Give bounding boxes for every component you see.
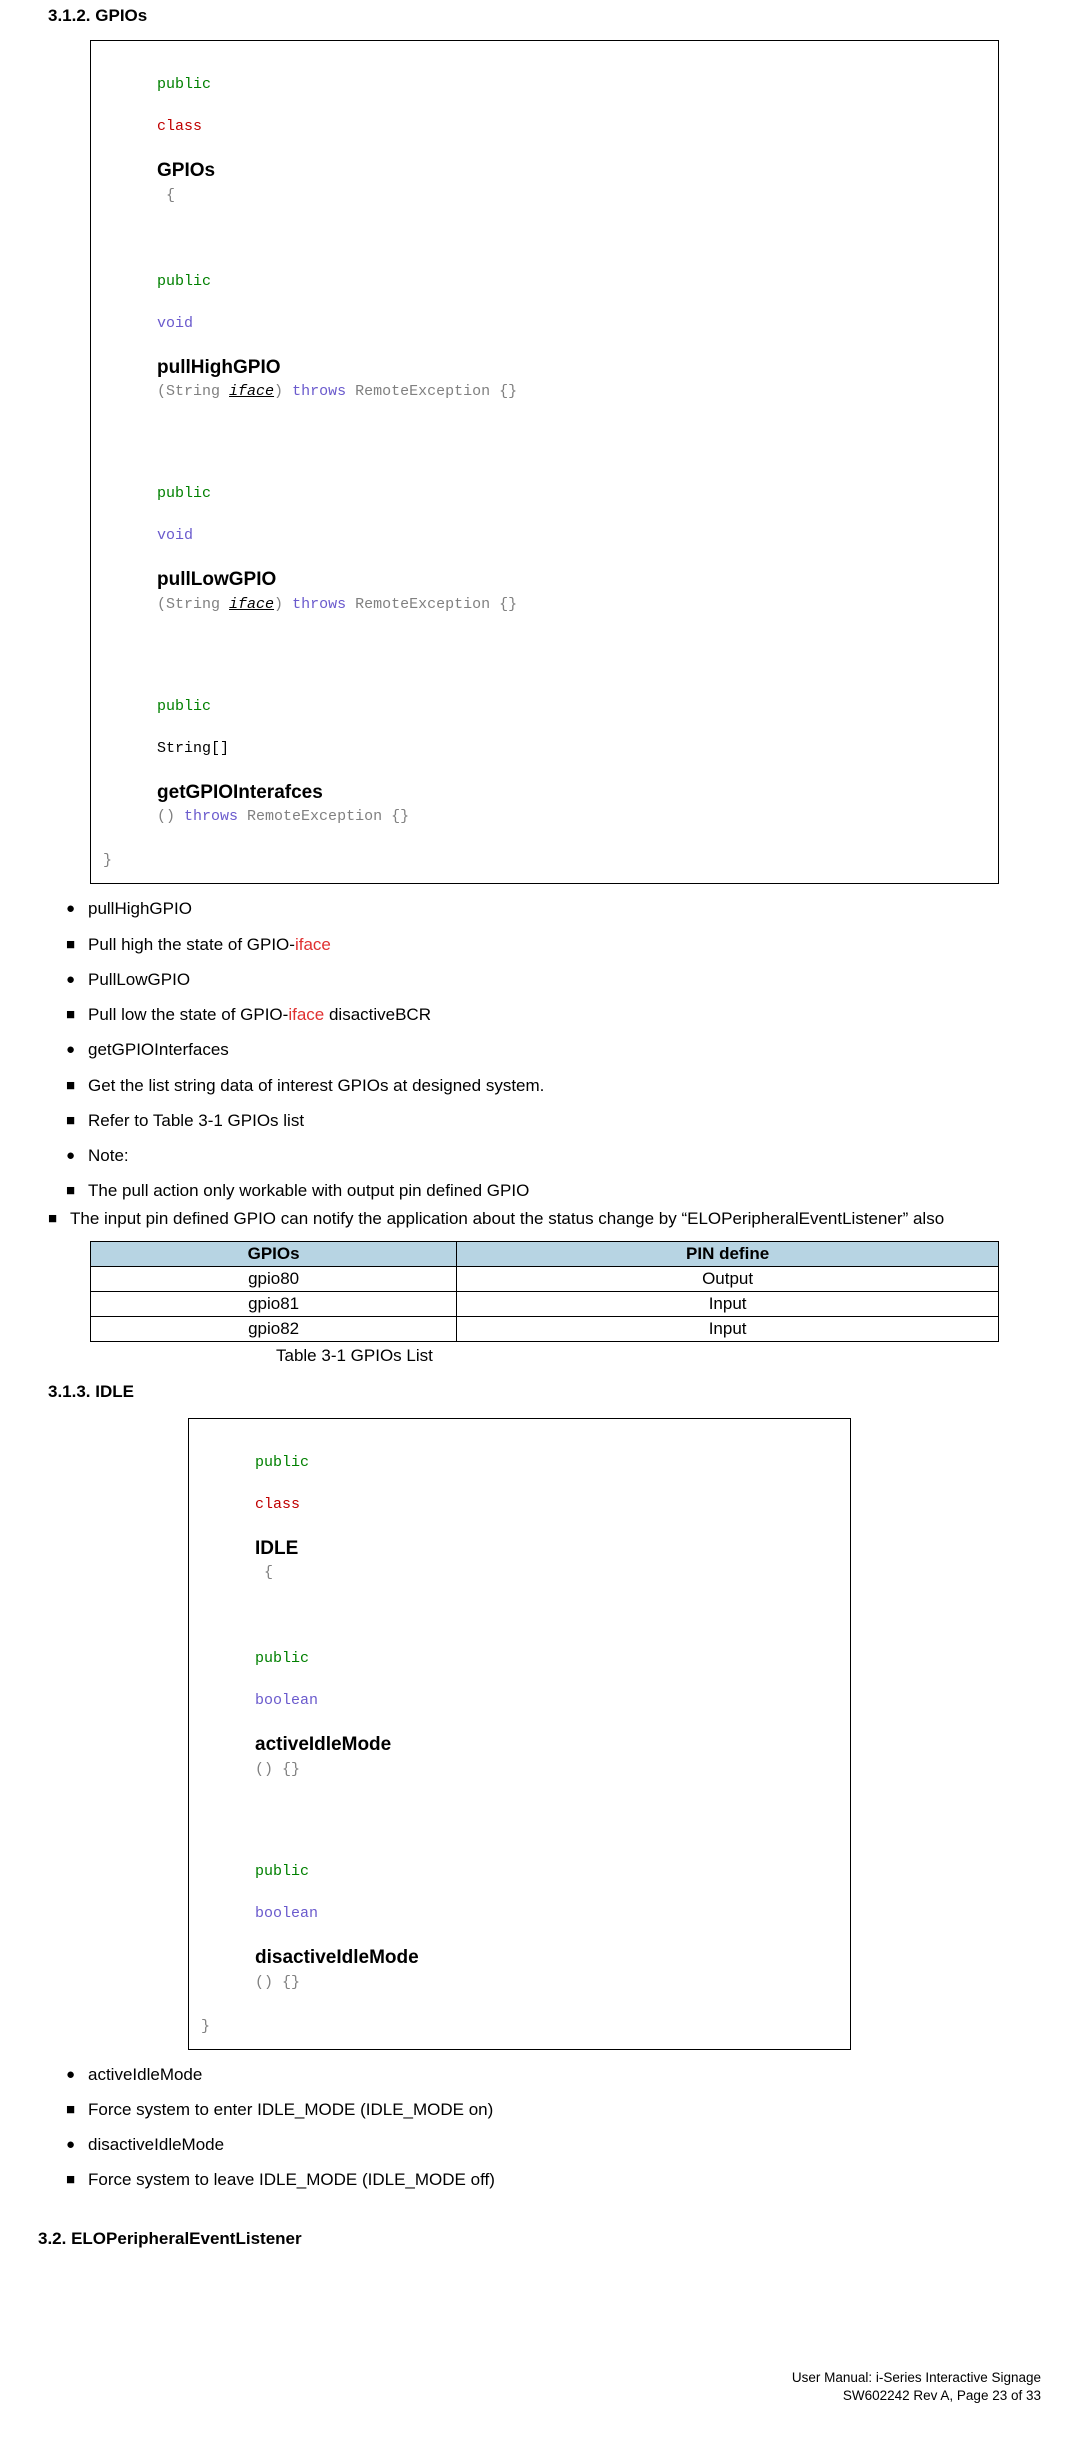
link-iface: iface <box>295 935 331 954</box>
kw-void: void <box>157 527 193 544</box>
bullet-list-gpios: pullHighGPIO Pull high the state of GPIO-… <box>66 898 1041 1229</box>
method-name: activeIdleMode <box>255 1734 391 1755</box>
table-cell: Input <box>457 1291 999 1316</box>
bullet-item: Note: <box>66 1145 1041 1166</box>
table-cell: Output <box>457 1266 999 1291</box>
code-box-gpios: public class GPIOs { public void pullHig… <box>90 40 999 884</box>
kw-throws: throws <box>292 383 346 400</box>
table-row: gpio82Input <box>91 1316 999 1341</box>
brace-close: } <box>103 852 112 869</box>
param-iface: iface <box>229 596 274 613</box>
method-name: disactiveIdleMode <box>255 1947 419 1968</box>
table-gpios: GPIOs PIN define gpio80Outputgpio81Input… <box>90 1241 999 1342</box>
brace-close: } <box>201 2018 210 2035</box>
page-footer: User Manual: i-Series Interactive Signag… <box>0 2369 1089 2421</box>
kw-throws: throws <box>184 808 238 825</box>
kw-class: class <box>157 118 202 135</box>
class-name: GPIOs <box>157 160 215 181</box>
sig: (String <box>157 383 229 400</box>
kw-public: public <box>157 273 211 290</box>
kw-public: public <box>157 76 211 93</box>
sig: (String <box>157 596 229 613</box>
bullet-item: disactiveIdleMode <box>66 2134 1041 2155</box>
th-pin-define: PIN define <box>457 1241 999 1266</box>
type-string-arr: String[] <box>157 740 229 757</box>
kw-class: class <box>255 1496 300 1513</box>
bullet-item: getGPIOInterfaces <box>66 1039 1041 1060</box>
tail: () {} <box>255 1761 300 1778</box>
bullet-item: Pull low the state of GPIO-iface disacti… <box>66 1004 1041 1025</box>
param-iface: iface <box>229 383 274 400</box>
footer-line-2: SW602242 Rev A, Page 23 of 33 <box>0 2387 1041 2405</box>
bullet-item: Refer to Table 3-1 GPIOs list <box>66 1110 1041 1131</box>
bullet-item: The pull action only workable with outpu… <box>66 1180 1041 1201</box>
kw-public: public <box>157 485 211 502</box>
kw-public: public <box>255 1454 309 1471</box>
table-row: gpio80Output <box>91 1266 999 1291</box>
th-gpios: GPIOs <box>91 1241 457 1266</box>
kw-boolean: boolean <box>255 1905 318 1922</box>
bullet-item: PullLowGPIO <box>66 969 1041 990</box>
method-name: pullHighGPIO <box>157 357 281 378</box>
table-caption: Table 3-1 GPIOs List <box>276 1346 1041 1366</box>
kw-public: public <box>157 698 211 715</box>
table-row: gpio81Input <box>91 1291 999 1316</box>
tail: RemoteException {} <box>238 808 409 825</box>
kw-boolean: boolean <box>255 1692 318 1709</box>
sig: ) <box>274 383 292 400</box>
link-iface: iface <box>288 1005 324 1024</box>
class-name: IDLE <box>255 1538 298 1559</box>
kw-public: public <box>255 1863 309 1880</box>
bullet-item: pullHighGPIO <box>66 898 1041 919</box>
bullet-item: Pull high the state of GPIO-iface <box>66 934 1041 955</box>
section-heading-gpios: 3.1.2. GPIOs <box>48 6 1041 26</box>
table-cell: gpio81 <box>91 1291 457 1316</box>
bullet-text: Pull low the state of GPIO- <box>88 1005 288 1024</box>
method-name: getGPIOInterafces <box>157 782 323 803</box>
kw-void: void <box>157 315 193 332</box>
method-name: pullLowGPIO <box>157 569 276 590</box>
kw-throws: throws <box>292 596 346 613</box>
section-heading-listener: 3.2. ELOPeripheralEventListener <box>38 2229 1041 2249</box>
code-box-idle: public class IDLE { public boolean activ… <box>188 1418 851 2050</box>
tail: RemoteException {} <box>346 383 517 400</box>
tail: () {} <box>255 1974 300 1991</box>
bullet-text: Pull high the state of GPIO- <box>88 935 295 954</box>
bullet-item: Get the list string data of interest GPI… <box>66 1075 1041 1096</box>
bullet-item: activeIdleMode <box>66 2064 1041 2085</box>
kw-public: public <box>255 1650 309 1667</box>
section-heading-idle: 3.1.3. IDLE <box>48 1382 1041 1402</box>
footer-line-1: User Manual: i-Series Interactive Signag… <box>0 2369 1041 2387</box>
sig: ) <box>274 596 292 613</box>
bullet-list-idle: activeIdleMode Force system to enter IDLE… <box>66 2064 1041 2191</box>
bullet-item: Force system to leave IDLE_MODE (IDLE_MO… <box>66 2169 1041 2190</box>
table-cell: gpio80 <box>91 1266 457 1291</box>
sig: () <box>157 808 184 825</box>
table-cell: gpio82 <box>91 1316 457 1341</box>
table-cell: Input <box>457 1316 999 1341</box>
tail: RemoteException {} <box>346 596 517 613</box>
bullet-item: Force system to enter IDLE_MODE (IDLE_MO… <box>66 2099 1041 2120</box>
brace-open: { <box>157 187 175 204</box>
bullet-item: The input pin defined GPIO can notify th… <box>48 1208 1041 1229</box>
brace-open: { <box>255 1564 273 1581</box>
bullet-text: disactiveBCR <box>324 1005 431 1024</box>
